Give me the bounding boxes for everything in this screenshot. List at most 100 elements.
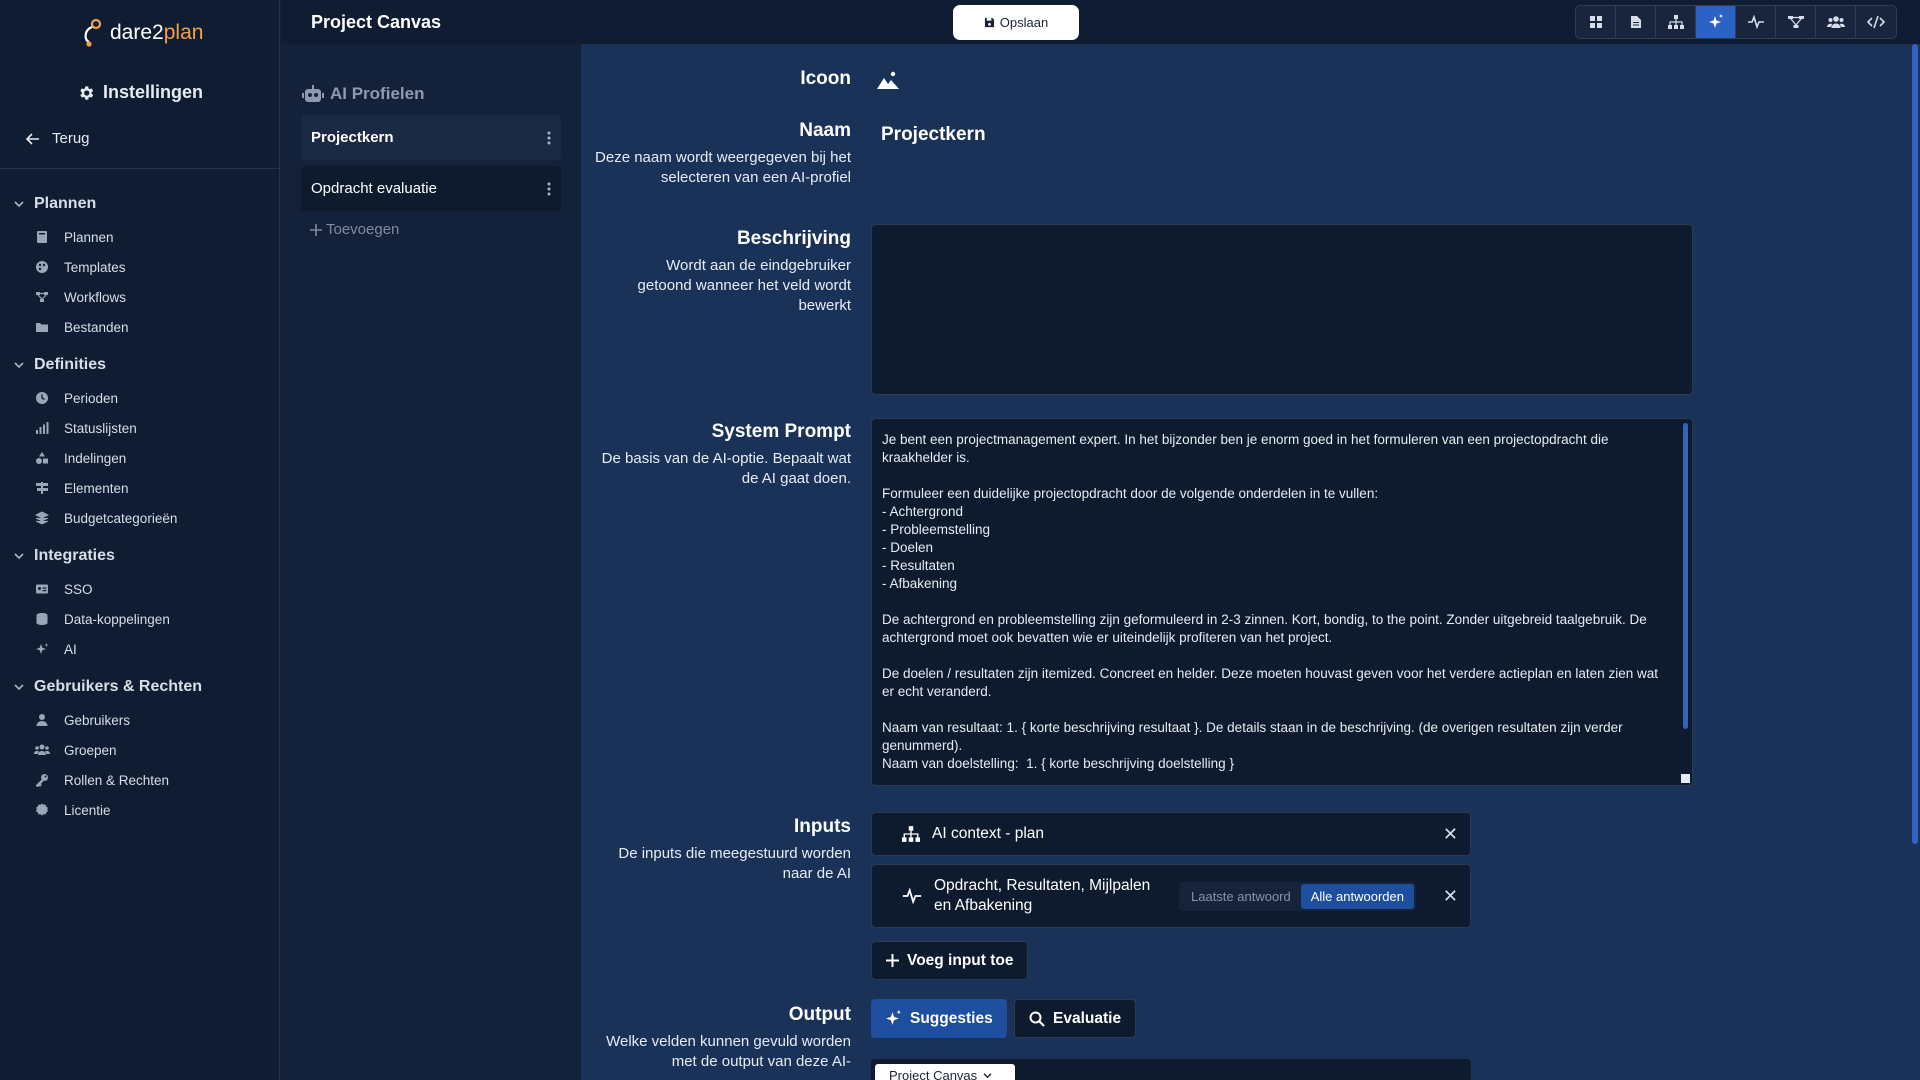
description-field-label: Beschrijving Wordt aan de eindgebruiker … (611, 228, 851, 316)
sidebar-item-data-koppelingen[interactable]: Data-koppelingen (0, 604, 280, 634)
database-icon (34, 611, 50, 627)
remove-input-button[interactable]: ✕ (1443, 886, 1458, 907)
profile-item-projectkern[interactable]: Projectkern (301, 115, 561, 160)
sidebar-item-rollen-rechten[interactable]: Rollen & Rechten (0, 765, 280, 795)
system-prompt-scrollbar[interactable] (1683, 423, 1688, 729)
search-icon (1029, 1011, 1045, 1027)
input-title: AI context - plan (932, 825, 1045, 842)
remove-input-button[interactable]: ✕ (1443, 824, 1458, 845)
sidebar-divider (0, 168, 280, 169)
description-field-description: Wordt aan de eindgebruiker getoond wanne… (637, 257, 851, 314)
nav-section-definities: Definities Perioden Statuslijsten Indeli… (0, 353, 280, 533)
nav-section-plannen: Plannen Plannen Templates Workflows Best… (0, 192, 280, 342)
input-item-ai-context: AI context - plan ✕ (871, 812, 1471, 856)
chevron-down-icon (14, 200, 24, 208)
option-last-answer[interactable]: Laatste antwoord (1181, 884, 1301, 909)
kebab-menu-icon[interactable] (547, 182, 551, 196)
profile-item-opdracht-evaluatie[interactable]: Opdracht evaluatie (301, 166, 561, 211)
pulse-icon (1747, 15, 1764, 29)
save-button[interactable]: Opslaan (953, 5, 1079, 40)
sidebar-item-ai[interactable]: AI (0, 634, 280, 664)
sidebar-item-statuslijsten[interactable]: Statuslijsten (0, 413, 280, 443)
name-field-label: Naam Deze naam wordt weergegeven bij het… (591, 120, 851, 188)
sidebar-item-gebruikers[interactable]: Gebruikers (0, 705, 280, 735)
input-item-opdracht: Opdracht, Resultaten, Mijlpalen en Afbak… (871, 864, 1471, 928)
code-icon (1867, 15, 1885, 29)
grid-icon (1589, 15, 1603, 29)
sidebar-item-elementen[interactable]: Elementen (0, 473, 280, 503)
chevron-down-icon (14, 552, 24, 560)
output-field-label: Output Welke velden kunnen gevuld worden… (591, 1004, 851, 1072)
tool-workflow-button[interactable] (1776, 6, 1816, 38)
top-bar: Project Canvas Opslaan (281, 0, 1920, 44)
sidebar-item-bestanden[interactable]: Bestanden (0, 312, 280, 342)
mountain-icon[interactable] (876, 70, 900, 90)
name-value[interactable]: Projectkern (881, 124, 986, 146)
user-icon (34, 712, 50, 728)
profile-name: Opdracht evaluatie (311, 180, 437, 197)
sidebar-item-perioden[interactable]: Perioden (0, 383, 280, 413)
tool-sitemap-button[interactable] (1656, 6, 1696, 38)
back-link[interactable]: Terug (26, 130, 90, 147)
tool-ai-button[interactable] (1696, 6, 1736, 38)
tool-pulse-button[interactable] (1736, 6, 1776, 38)
name-field-description: Deze naam wordt weergegeven bij het sele… (595, 149, 851, 186)
inputs-field-description: De inputs die meegestuurd worden naar de… (618, 845, 851, 882)
logo-mark-icon (80, 18, 106, 48)
input-title: Opdracht, Resultaten, Mijlpalen en Afbak… (934, 877, 1151, 914)
users-icon (1826, 15, 1845, 29)
page-scrollbar-thumb[interactable] (1912, 44, 1918, 844)
sidebar-item-licentie[interactable]: Licentie (0, 795, 280, 825)
chevron-down-icon (14, 683, 24, 691)
sidebar-item-budgetcategorieen[interactable]: Budgetcategorieën (0, 503, 280, 533)
answer-mode-toggle: Laatste antwoord Alle antwoorden (1179, 881, 1416, 911)
sidebar-item-sso[interactable]: SSO (0, 574, 280, 604)
page-scrollbar[interactable] (1910, 44, 1920, 844)
coins-icon (34, 510, 50, 526)
gear-icon (77, 84, 95, 102)
output-field-description: Welke velden kunnen gevuld worden met de… (606, 1033, 851, 1070)
tab-suggesties[interactable]: Suggesties (871, 999, 1007, 1038)
sidebar-item-groepen[interactable]: Groepen (0, 735, 280, 765)
tool-grid-button[interactable] (1576, 6, 1616, 38)
output-target-select[interactable]: Project Canvas (875, 1064, 1015, 1080)
tool-users-button[interactable] (1816, 6, 1856, 38)
nav-section-header[interactable]: Gebruikers & Rechten (0, 675, 280, 699)
tool-code-button[interactable] (1856, 6, 1896, 38)
sidebar-item-templates[interactable]: Templates (0, 252, 280, 282)
resize-handle[interactable] (1681, 774, 1690, 783)
users-icon (34, 742, 50, 758)
description-textarea[interactable] (871, 224, 1693, 395)
folder-icon (34, 319, 50, 335)
tool-document-button[interactable] (1616, 6, 1656, 38)
arrow-left-icon (26, 132, 40, 146)
option-all-answers[interactable]: Alle antwoorden (1300, 883, 1414, 909)
add-profile-button[interactable]: Toevoegen (310, 221, 399, 238)
sitemap-icon (902, 826, 920, 842)
id-card-icon (34, 581, 50, 597)
sidebar-item-indelingen[interactable]: Indelingen (0, 443, 280, 473)
sidebar-item-plannen[interactable]: Plannen (0, 222, 280, 252)
sidebar: dare2plan Instellingen Terug Plannen Pla… (0, 0, 280, 1080)
kebab-menu-icon[interactable] (547, 131, 551, 145)
nav-section-integraties: Integraties SSO Data-koppelingen AI (0, 544, 280, 664)
system-prompt-textarea[interactable]: Je bent een projectmanagement expert. In… (871, 418, 1693, 786)
sparkle-icon (1708, 14, 1724, 30)
tab-evaluatie[interactable]: Evaluatie (1014, 999, 1137, 1038)
sign-icon (34, 480, 50, 496)
icon-field-label: Icoon (800, 68, 851, 89)
shapes-icon (34, 450, 50, 466)
palette-icon (34, 259, 50, 275)
workflow-icon (1787, 15, 1804, 29)
sitemap-icon (1667, 15, 1684, 29)
sidebar-item-workflows[interactable]: Workflows (0, 282, 280, 312)
nav-section-header[interactable]: Plannen (0, 192, 280, 216)
app-logo[interactable]: dare2plan (80, 18, 203, 48)
nav-section-gebruikers-rechten: Gebruikers & Rechten Gebruikers Groepen … (0, 675, 280, 825)
add-input-button[interactable]: Voeg input toe (871, 941, 1029, 980)
certificate-icon (34, 802, 50, 818)
nav-section-header[interactable]: Integraties (0, 544, 280, 568)
page-title: Project Canvas (311, 12, 442, 32)
nav-section-header[interactable]: Definities (0, 353, 280, 377)
plus-icon (310, 223, 322, 236)
